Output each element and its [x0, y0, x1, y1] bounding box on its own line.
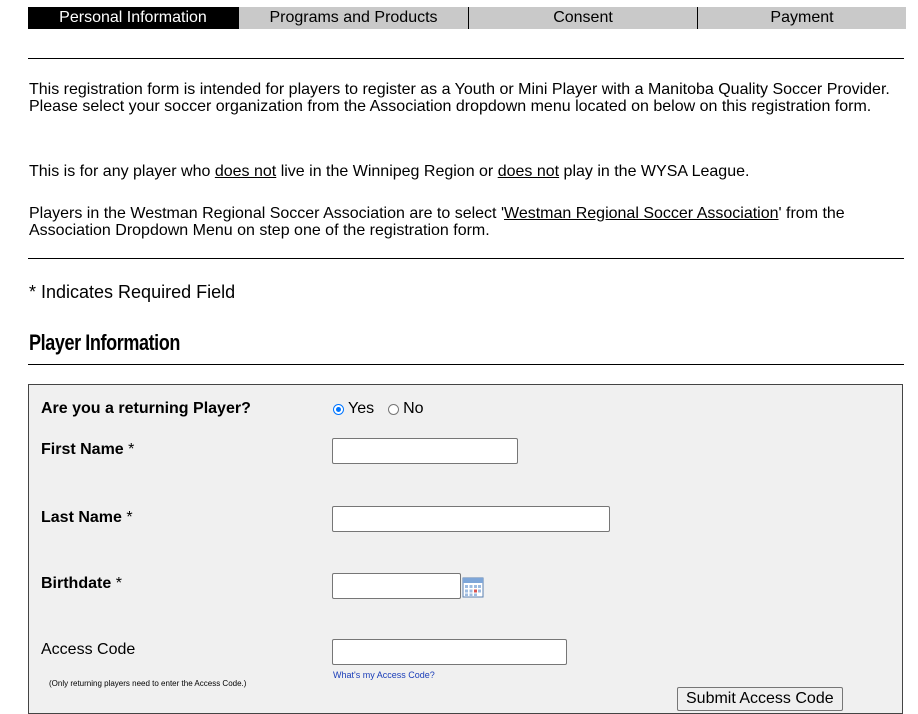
- step-tabs: Personal Information Programs and Produc…: [28, 7, 906, 29]
- radio-no-label[interactable]: No: [403, 400, 423, 418]
- required-asterisk: *: [128, 441, 135, 458]
- birthdate-label: Birthdate *: [41, 575, 122, 593]
- submit-access-code-button[interactable]: Submit Access Code: [677, 687, 843, 711]
- required-field-note: * Indicates Required Field: [29, 282, 236, 302]
- westman-paragraph: Players in the Westman Regional Soccer A…: [29, 205, 899, 239]
- birthdate-label-text: Birthdate: [41, 575, 112, 592]
- required-asterisk: *: [115, 575, 122, 592]
- section-title: Player Information: [29, 330, 181, 355]
- last-name-field[interactable]: [332, 506, 610, 532]
- last-name-label: Last Name *: [41, 509, 133, 527]
- returning-player-label: Are you a returning Player?: [41, 400, 251, 417]
- does-not-text: does not: [214, 163, 277, 180]
- first-name-label: First Name *: [41, 441, 134, 459]
- tab-consent[interactable]: Consent: [469, 7, 698, 29]
- does-not-text: does not: [497, 163, 560, 180]
- radio-no[interactable]: [388, 403, 400, 415]
- player-information-panel: Are you a returning Player? Yes No First…: [28, 384, 903, 714]
- tab-programs-and-products[interactable]: Programs and Products: [239, 7, 469, 29]
- tab-personal-information[interactable]: Personal Information: [28, 7, 239, 29]
- access-code-field[interactable]: [332, 639, 567, 665]
- region-paragraph: This is for any player who does not live…: [29, 163, 899, 180]
- access-code-note: (Only returning players need to enter th…: [49, 679, 247, 688]
- region-text: live in the Winnipeg Region or: [276, 163, 498, 180]
- whats-my-access-code-link[interactable]: What's my Access Code?: [333, 670, 435, 680]
- divider: [28, 58, 904, 59]
- divider: [28, 258, 904, 259]
- region-text: play in the WYSA League.: [559, 163, 750, 180]
- birthdate-field[interactable]: [332, 573, 461, 599]
- intro-paragraph: This registration form is intended for p…: [29, 81, 890, 115]
- westman-association-text: Westman Regional Soccer Association: [504, 205, 779, 222]
- last-name-label-text: Last Name: [41, 509, 122, 526]
- radio-yes[interactable]: [333, 403, 344, 415]
- radio-yes-label[interactable]: Yes: [348, 400, 374, 418]
- calendar-icon[interactable]: [462, 576, 484, 598]
- westman-text: Players in the Westman Regional Soccer A…: [29, 205, 504, 222]
- access-code-label: Access Code: [41, 641, 136, 658]
- required-asterisk: *: [126, 509, 133, 526]
- first-name-label-text: First Name: [41, 441, 124, 458]
- divider: [28, 364, 904, 365]
- tab-payment[interactable]: Payment: [698, 7, 906, 29]
- returning-player-radio-group: Yes No: [333, 400, 438, 418]
- first-name-field[interactable]: [332, 438, 518, 464]
- region-text: This is for any player who: [29, 163, 215, 180]
